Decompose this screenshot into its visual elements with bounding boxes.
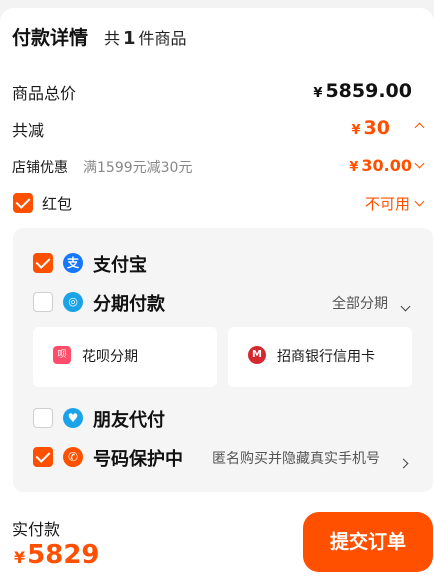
cmb-label: 招商银行信用卡 [277,349,375,365]
page-title: 付款详情 [12,27,89,49]
redpacket-status: 不可用 [364,195,410,213]
redpacket-checkbox[interactable] [13,193,33,213]
alipay-label[interactable]: 支付宝 [93,251,147,277]
collapse-discount-toggle[interactable] [406,114,432,140]
huabei-installment-option[interactable]: 呗 花呗分期 [33,327,217,387]
shop-discount-rule: 满1599元减30元 [83,160,193,176]
installment-icon: ◎ [63,292,83,312]
phone-protect-arrow[interactable] [398,452,409,471]
installment-checkbox[interactable] [33,292,53,312]
redpacket-toggle[interactable] [406,190,432,216]
discount-label: 共减 [12,121,45,140]
alipay-checkbox[interactable] [33,253,53,273]
huabei-label: 花呗分期 [82,349,138,365]
chevron-down-icon [414,158,424,169]
phone-protect-icon: ✆ [63,447,83,467]
cmb-bank-icon: M [248,346,266,364]
discount-value: ¥30 [351,117,391,139]
total-price-label: 商品总价 [12,84,77,103]
item-count: 共 1 件商品 [104,28,187,49]
installment-label[interactable]: 分期付款 [93,290,165,316]
shop-discount-label: 店铺优惠 [12,160,68,176]
shop-discount-toggle[interactable] [406,152,432,178]
chevron-right-icon [398,458,409,469]
friend-pay-icon: ♥ [63,408,83,428]
friend-pay-checkbox[interactable] [33,408,53,428]
total-price-value: ¥5859.00 [313,80,412,102]
chevron-down-icon [400,301,411,312]
installment-option[interactable]: 全部分期 [332,293,388,313]
installment-dropdown[interactable] [400,295,411,314]
huabei-icon: 呗 [53,346,71,364]
phone-protect-desc[interactable]: 匿名购买并隐藏真实手机号 [212,448,380,468]
submit-order-button[interactable]: 提交订单 [303,512,433,572]
cmb-installment-option[interactable]: M 招商银行信用卡 [228,327,412,387]
paid-amount-value: ¥5829 [14,540,100,570]
friend-pay-label[interactable]: 朋友代付 [93,406,165,432]
chevron-up-icon [414,122,424,132]
phone-protect-label: 号码保护中 [93,449,183,470]
alipay-icon: 支 [63,253,83,273]
paid-amount-label: 实付款 [12,520,61,539]
shop-discount-value: ¥30.00 [349,156,412,175]
phone-protect-checkbox[interactable] [33,447,53,467]
chevron-down-icon [414,196,424,207]
redpacket-label: 红包 [42,195,73,213]
